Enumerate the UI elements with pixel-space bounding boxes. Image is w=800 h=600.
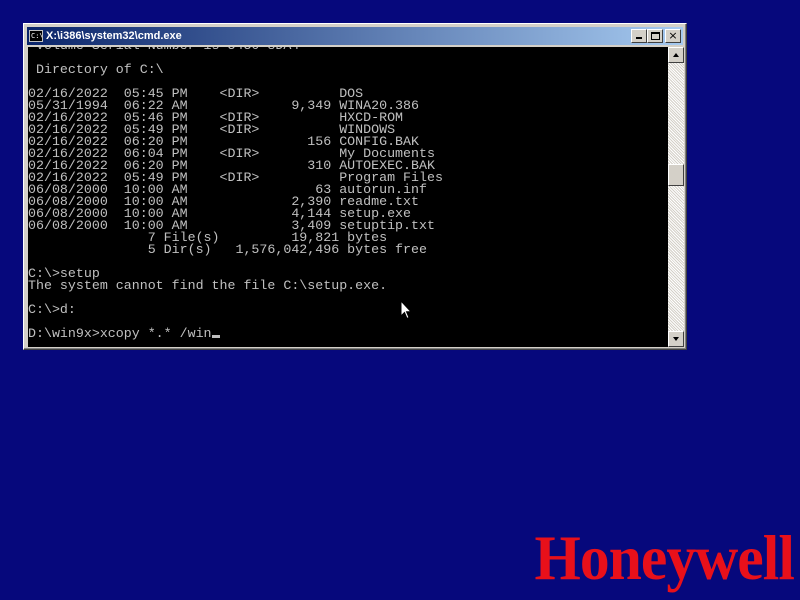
window-controls: × [631,29,681,43]
prompt-line: D:\win9x>xcopy *.* /win [28,326,212,341]
console-line: Volume Serial Number is 5450-8DA4 [28,47,299,53]
title-bar[interactable]: C:\ X:\i386\system32\cmd.exe × [27,27,683,45]
mouse-pointer-icon [400,300,412,320]
minimize-icon [636,37,642,39]
console-history: Volume Serial Number is 5450-8DA4 Direct… [28,47,443,317]
close-button[interactable]: × [665,29,681,43]
arrow-up-icon [673,53,679,57]
console-text: Volume Serial Number is 5450-8DA4 Direct… [28,47,443,340]
maximize-icon [651,32,660,40]
arrow-down-icon [673,337,679,341]
console-line: 5 Dir(s) 1,576,042,496 bytes free [147,242,427,257]
cmd-icon[interactable]: C:\ [29,30,43,42]
scroll-down-button[interactable] [668,331,684,347]
console-line: Directory of C:\ [35,62,164,77]
console-line: C:\>d: [28,302,76,317]
close-icon: × [668,29,678,42]
scrollbar-thumb[interactable] [668,164,684,186]
scroll-up-button[interactable] [668,47,684,63]
cmd-window[interactable]: C:\ X:\i386\system32\cmd.exe × Volume Se… [23,23,687,350]
vertical-scrollbar[interactable] [668,47,684,347]
console-output[interactable]: Volume Serial Number is 5450-8DA4 Direct… [28,47,668,347]
text-cursor [211,335,220,338]
console-line: The system cannot find the file C:\setup… [28,278,388,293]
maximize-button[interactable] [647,29,663,43]
minimize-button[interactable] [631,29,647,43]
honeywell-logo: Honeywell [534,522,795,593]
window-title: X:\i386\system32\cmd.exe [46,30,182,42]
